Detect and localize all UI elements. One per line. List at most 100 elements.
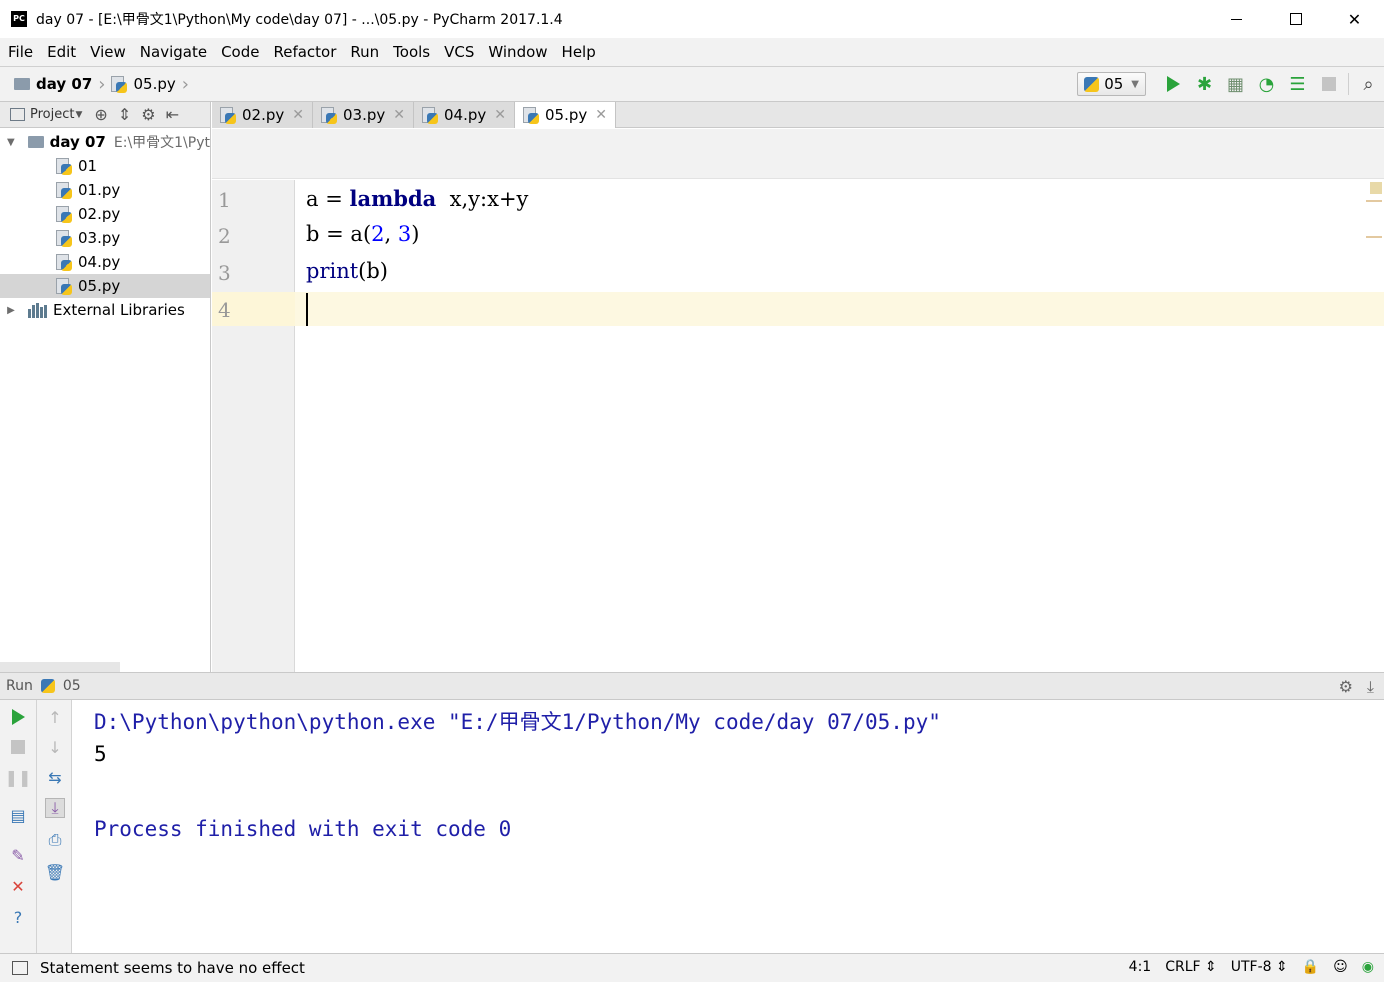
lock-icon[interactable]: 🔒: [1302, 959, 1319, 975]
tree-item[interactable]: 01.py: [0, 178, 210, 202]
clear-all-button[interactable]: 🗑: [45, 862, 65, 882]
tree-root[interactable]: ▼ day 07 E:\甲骨文1\Pyt: [0, 130, 210, 154]
event-log-icon[interactable]: ◉: [1362, 959, 1374, 975]
file-encoding-label: UTF-8: [1230, 959, 1272, 975]
breadcrumb-project[interactable]: day 07: [14, 75, 92, 93]
project-view-icon: [10, 108, 25, 121]
search-everywhere-button[interactable]: ⌕: [1353, 69, 1384, 99]
current-line-highlight: [212, 292, 1384, 326]
pycharm-logo-icon: PC: [11, 11, 27, 27]
expand-arrow-icon[interactable]: ▼: [4, 137, 18, 148]
menu-tools[interactable]: Tools: [393, 43, 430, 61]
scroll-to-end-icon: ⤓: [51, 798, 59, 817]
arrow-up-icon: ↑: [48, 707, 62, 727]
gear-icon[interactable]: ⚙: [1339, 677, 1353, 697]
trash-icon: 🗑: [44, 862, 66, 882]
project-view-select[interactable]: Project: [30, 107, 74, 122]
stop-run-button[interactable]: [8, 737, 28, 757]
run-button[interactable]: [1158, 69, 1189, 99]
print-button[interactable]: ⎙: [45, 830, 65, 850]
code-line-3[interactable]: print(b): [306, 259, 388, 283]
menu-edit[interactable]: Edit: [47, 43, 76, 61]
error-stripe-marker[interactable]: [1366, 236, 1382, 238]
gear-icon[interactable]: ⚙: [141, 105, 155, 124]
menu-code[interactable]: Code: [221, 43, 259, 61]
line-separator[interactable]: CRLF ⇕: [1165, 959, 1217, 975]
tree-item-selected[interactable]: 05.py: [0, 274, 210, 298]
tree-item[interactable]: 02.py: [0, 202, 210, 226]
debug-button[interactable]: ✱: [1189, 69, 1220, 99]
scroll-up-button[interactable]: ↑: [45, 707, 65, 727]
expand-arrow-icon[interactable]: ▶: [4, 305, 18, 316]
sidebar-horizontal-scrollbar[interactable]: [0, 662, 120, 672]
tree-item[interactable]: 04.py: [0, 250, 210, 274]
menu-file[interactable]: File: [8, 43, 33, 61]
run-panel-config[interactable]: 05: [63, 678, 81, 694]
scroll-down-button[interactable]: ↓: [45, 737, 65, 757]
tree-item[interactable]: 01: [0, 154, 210, 178]
close-window-button[interactable]: ✕: [1325, 0, 1384, 38]
tree-item[interactable]: 03.py: [0, 226, 210, 250]
line-number: 1: [218, 188, 231, 212]
menu-help[interactable]: Help: [562, 43, 596, 61]
inspection-status-icon[interactable]: [1370, 182, 1382, 194]
help-button[interactable]: ?: [8, 907, 28, 927]
close-run-button[interactable]: ✕: [8, 876, 28, 896]
code-line-2[interactable]: b = a(2, 3): [306, 222, 419, 246]
code-token: ,: [384, 222, 392, 246]
inspector-icon[interactable]: ☺: [1333, 959, 1348, 975]
soft-wrap-button[interactable]: ⇆: [45, 767, 65, 787]
pin-tab-button[interactable]: ✎: [8, 845, 28, 865]
restore-layout-button[interactable]: ▤: [8, 805, 28, 825]
tab-05-py[interactable]: 05.py ✕: [515, 102, 616, 128]
tree-item-label: 02.py: [78, 205, 121, 223]
close-tab-icon[interactable]: ✕: [595, 107, 607, 123]
locate-file-icon[interactable]: ⊕: [94, 105, 107, 124]
tab-03-py[interactable]: 03.py ✕: [313, 102, 414, 128]
caret-position[interactable]: 4:1: [1129, 959, 1152, 975]
file-encoding[interactable]: UTF-8 ⇕: [1231, 959, 1288, 975]
tab-label: 04.py: [444, 106, 487, 124]
run-config-label: 05: [1104, 75, 1124, 93]
print-icon: ⎙: [48, 830, 62, 849]
close-tab-icon[interactable]: ✕: [292, 107, 304, 123]
tab-label: 05.py: [545, 106, 588, 124]
code-token: a: [306, 187, 326, 211]
line-number: 4: [218, 298, 231, 322]
maximize-button[interactable]: [1266, 0, 1325, 38]
collapse-all-icon[interactable]: ⇕: [118, 105, 131, 124]
concurrency-button[interactable]: ☰: [1282, 69, 1313, 99]
minimize-button[interactable]: [1207, 0, 1266, 38]
tab-04-py[interactable]: 04.py ✕: [414, 102, 515, 128]
code-editor[interactable]: [296, 180, 1384, 672]
hide-panel-icon[interactable]: ⤓: [1367, 677, 1374, 697]
hide-panel-icon[interactable]: ⇤: [166, 105, 179, 124]
pause-button[interactable]: ❚❚: [5, 767, 32, 787]
soft-wrap-icon: ⇆: [48, 767, 62, 787]
menu-navigate[interactable]: Navigate: [140, 43, 207, 61]
minimize-icon: [1231, 18, 1242, 20]
tree-item-label: 01.py: [78, 181, 121, 199]
code-line-1[interactable]: a = lambda x,y:x+y: [306, 186, 528, 211]
stop-button[interactable]: [1313, 69, 1344, 99]
code-token: b: [306, 222, 327, 246]
close-tab-icon[interactable]: ✕: [393, 107, 405, 123]
close-tab-icon[interactable]: ✕: [494, 107, 506, 123]
error-stripe-marker[interactable]: [1366, 200, 1382, 202]
coverage-button[interactable]: ▦: [1220, 69, 1251, 99]
tab-02-py[interactable]: 02.py ✕: [212, 102, 313, 128]
menu-run[interactable]: Run: [350, 43, 379, 61]
rerun-button[interactable]: [8, 707, 28, 727]
scroll-to-end-button[interactable]: ⤓: [45, 798, 65, 818]
menu-refactor[interactable]: Refactor: [273, 43, 336, 61]
run-config-select[interactable]: 05 ▼: [1077, 72, 1146, 96]
toggle-tool-windows-icon[interactable]: [12, 961, 28, 975]
run-console[interactable]: D:\Python\python\python.exe "E:/甲骨文1/Pyt…: [73, 700, 1384, 953]
tree-external-libraries[interactable]: ▶ External Libraries: [0, 298, 210, 322]
profile-button[interactable]: ◔: [1251, 69, 1282, 99]
profile-icon: ◔: [1258, 73, 1275, 95]
menu-window[interactable]: Window: [488, 43, 547, 61]
breadcrumb-file[interactable]: 05.py: [111, 75, 176, 93]
menu-vcs[interactable]: VCS: [444, 43, 474, 61]
menu-view[interactable]: View: [90, 43, 126, 61]
